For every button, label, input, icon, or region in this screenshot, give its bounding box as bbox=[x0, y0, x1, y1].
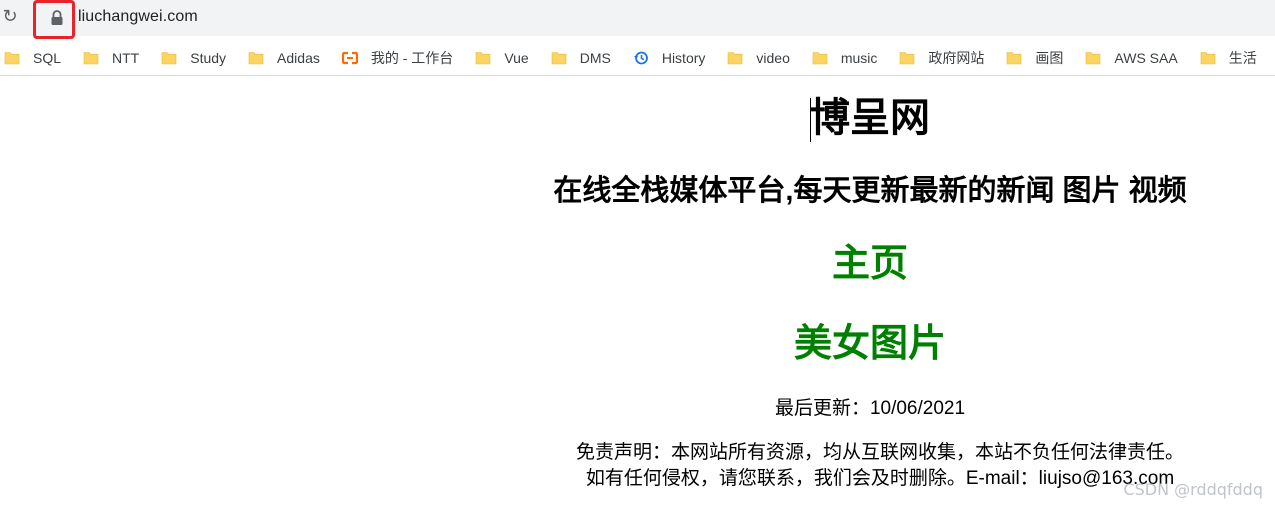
bookmarks-bar: SQL NTT Study Adidas 我的 - 工作台 Vue DMS History vi… bbox=[0, 40, 1275, 76]
bookmark-item[interactable]: Study bbox=[157, 44, 232, 72]
bookmark-label: video bbox=[756, 49, 790, 66]
folder-icon bbox=[1007, 51, 1022, 64]
folder-icon bbox=[4, 51, 20, 64]
bookmark-label: Vue bbox=[504, 49, 529, 66]
bookmark-item[interactable]: 生活 bbox=[1196, 44, 1263, 72]
beauty-pictures-link[interactable]: 美女图片 bbox=[510, 320, 1230, 368]
bookmark-label: 我的 - 工作台 bbox=[370, 49, 454, 66]
bookmark-label: History bbox=[661, 49, 706, 66]
bookmark-item[interactable]: music bbox=[808, 44, 884, 72]
bookmark-item[interactable]: 政府网站 bbox=[895, 44, 990, 72]
bookmark-label: AWS SAA bbox=[1114, 49, 1178, 66]
bookmark-label: DMS bbox=[579, 49, 611, 66]
folder-icon bbox=[83, 51, 99, 64]
watermark: CSDN @rddqfddq bbox=[1123, 480, 1263, 499]
bookmark-item[interactable]: NTT bbox=[79, 44, 145, 72]
bookmark-item[interactable]: AWS SAA bbox=[1081, 44, 1183, 72]
site-tagline: 在线全栈媒体平台,每天更新最新的新闻 图片 视频 bbox=[553, 175, 1187, 207]
bookmark-item[interactable]: History bbox=[629, 44, 712, 72]
bookmark-item[interactable]: Vue bbox=[471, 44, 534, 72]
folder-icon bbox=[476, 51, 491, 64]
bookmark-item[interactable]: video bbox=[723, 44, 795, 72]
bookmark-label: SQL bbox=[33, 49, 62, 66]
bookmark-label: 生活 bbox=[1228, 49, 1257, 66]
bookmark-item[interactable]: DMS bbox=[547, 44, 617, 72]
page-content: 博呈网 在线全栈媒体平台,每天更新最新的新闻 图片 视频 主页 美女图片 最后更… bbox=[0, 80, 1275, 511]
text-cursor bbox=[810, 98, 811, 142]
address-bar: ↻ liuchangwei.com bbox=[0, 0, 1275, 39]
folder-icon bbox=[728, 51, 743, 64]
lock-icon[interactable] bbox=[50, 10, 64, 26]
history-icon bbox=[633, 51, 648, 64]
folder-icon bbox=[900, 51, 915, 64]
last-updated: 最后更新：10/06/2021 bbox=[774, 398, 966, 419]
bookmark-label: music bbox=[840, 49, 878, 66]
bookmark-item[interactable]: 画图 bbox=[1002, 44, 1069, 72]
folder-icon bbox=[161, 51, 177, 64]
folder-icon bbox=[1200, 51, 1216, 64]
bookmark-label: Adidas bbox=[277, 49, 320, 66]
folder-icon bbox=[551, 51, 567, 64]
disclaimer-line-1: 免责声明：本网站所有资源，均从互联网收集，本站不负任何法律责任。 bbox=[575, 442, 1184, 463]
aliyun-icon bbox=[341, 51, 358, 64]
bookmark-label: 政府网站 bbox=[928, 49, 985, 66]
folder-icon bbox=[812, 51, 828, 64]
site-title: 博呈网 bbox=[810, 96, 930, 140]
bookmark-label: 画图 bbox=[1035, 49, 1064, 66]
bookmark-item[interactable]: Adidas bbox=[244, 44, 326, 72]
bookmark-label: NTT bbox=[112, 49, 140, 66]
reload-icon[interactable]: ↻ bbox=[0, 6, 20, 28]
folder-icon bbox=[248, 51, 264, 64]
home-link[interactable]: 主页 bbox=[510, 240, 1230, 288]
url-field[interactable]: liuchangwei.com bbox=[78, 8, 198, 26]
bookmark-label: Study bbox=[190, 49, 227, 66]
folder-icon bbox=[1086, 51, 1101, 64]
bookmark-item[interactable]: SQL bbox=[0, 44, 67, 72]
bookmark-item[interactable]: 我的 - 工作台 bbox=[338, 44, 459, 72]
